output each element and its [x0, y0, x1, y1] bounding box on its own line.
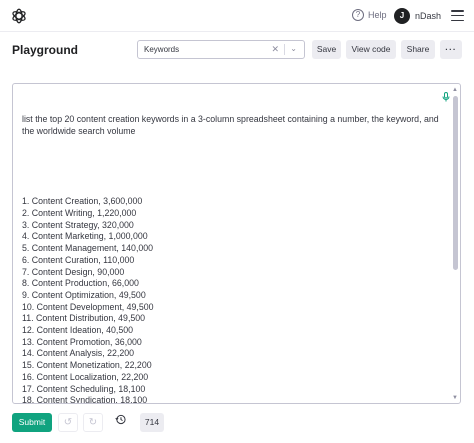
result-line: 16. Content Localization, 22,200	[22, 371, 149, 382]
preset-value: Keywords	[144, 45, 180, 54]
more-options-button[interactable]: ···	[440, 40, 462, 59]
token-count-badge: 714	[140, 413, 164, 432]
result-line: 3. Content Strategy, 320,000	[22, 219, 134, 230]
result-line: 13. Content Promotion, 36,000	[22, 336, 142, 347]
result-line: 1. Content Creation, 3,600,000	[22, 196, 143, 207]
prompt-editor[interactable]: list the top 20 content creation keyword…	[12, 83, 461, 404]
hamburger-menu-icon[interactable]	[451, 10, 464, 21]
clear-icon[interactable]: ✕	[271, 44, 279, 55]
scroll-up-arrow-icon[interactable]: ▲	[452, 87, 458, 93]
submit-button[interactable]: Submit	[12, 413, 52, 432]
user-name: nDash	[415, 11, 442, 21]
result-line: 17. Content Scheduling, 18,100	[22, 383, 146, 394]
results-list: 1. Content Creation, 3,600,000 2. Content…	[22, 196, 442, 404]
view-code-button[interactable]: View code	[346, 40, 396, 59]
result-line: 4. Content Marketing, 1,000,000	[22, 231, 148, 242]
chevron-down-icon[interactable]: ⌄	[290, 44, 297, 53]
result-line: 8. Content Production, 66,000	[22, 278, 139, 289]
history-icon[interactable]	[110, 413, 130, 432]
result-line: 15. Content Monetization, 22,200	[22, 360, 152, 371]
share-button[interactable]: Share	[401, 40, 435, 59]
undo-icon[interactable]: ↺	[58, 413, 78, 432]
preset-select[interactable]: Keywords ✕ ⌄	[137, 40, 305, 59]
result-line: 10. Content Development, 49,500	[22, 301, 154, 312]
scrollbar-thumb[interactable]	[453, 96, 458, 270]
page-title: Playground	[12, 43, 79, 57]
help-label: Help	[368, 10, 387, 20]
result-line: 18. Content Syndication, 18,100	[22, 395, 148, 404]
result-line: 5. Content Management, 140,000	[22, 243, 154, 254]
result-line: 11. Content Distribution, 49,500	[22, 313, 146, 324]
openai-logo-icon[interactable]	[10, 7, 28, 25]
result-line: 2. Content Writing, 1,220,000	[22, 208, 137, 219]
result-line: 14. Content Analysis, 22,200	[22, 348, 134, 359]
user-menu[interactable]: J nDash	[394, 8, 441, 24]
result-line: 12. Content Ideation, 40,500	[22, 325, 134, 336]
avatar: J	[394, 8, 410, 24]
editor-content[interactable]: list the top 20 content creation keyword…	[22, 91, 442, 404]
redo-icon[interactable]: ↻	[83, 413, 103, 432]
result-line: 9. Content Optimization, 49,500	[22, 289, 146, 300]
question-circle-icon: ?	[352, 9, 364, 21]
scroll-down-arrow-icon[interactable]: ▼	[452, 395, 458, 401]
result-line: 6. Content Curation, 110,000	[22, 254, 135, 265]
select-divider	[284, 44, 285, 55]
prompt-text: list the top 20 content creation keyword…	[22, 114, 442, 137]
save-button[interactable]: Save	[312, 40, 341, 59]
help-link[interactable]: ? Help	[352, 9, 387, 21]
microphone-icon[interactable]	[442, 92, 450, 102]
result-line: 7. Content Design, 90,000	[22, 266, 125, 277]
top-nav: ? Help J nDash	[0, 0, 474, 32]
